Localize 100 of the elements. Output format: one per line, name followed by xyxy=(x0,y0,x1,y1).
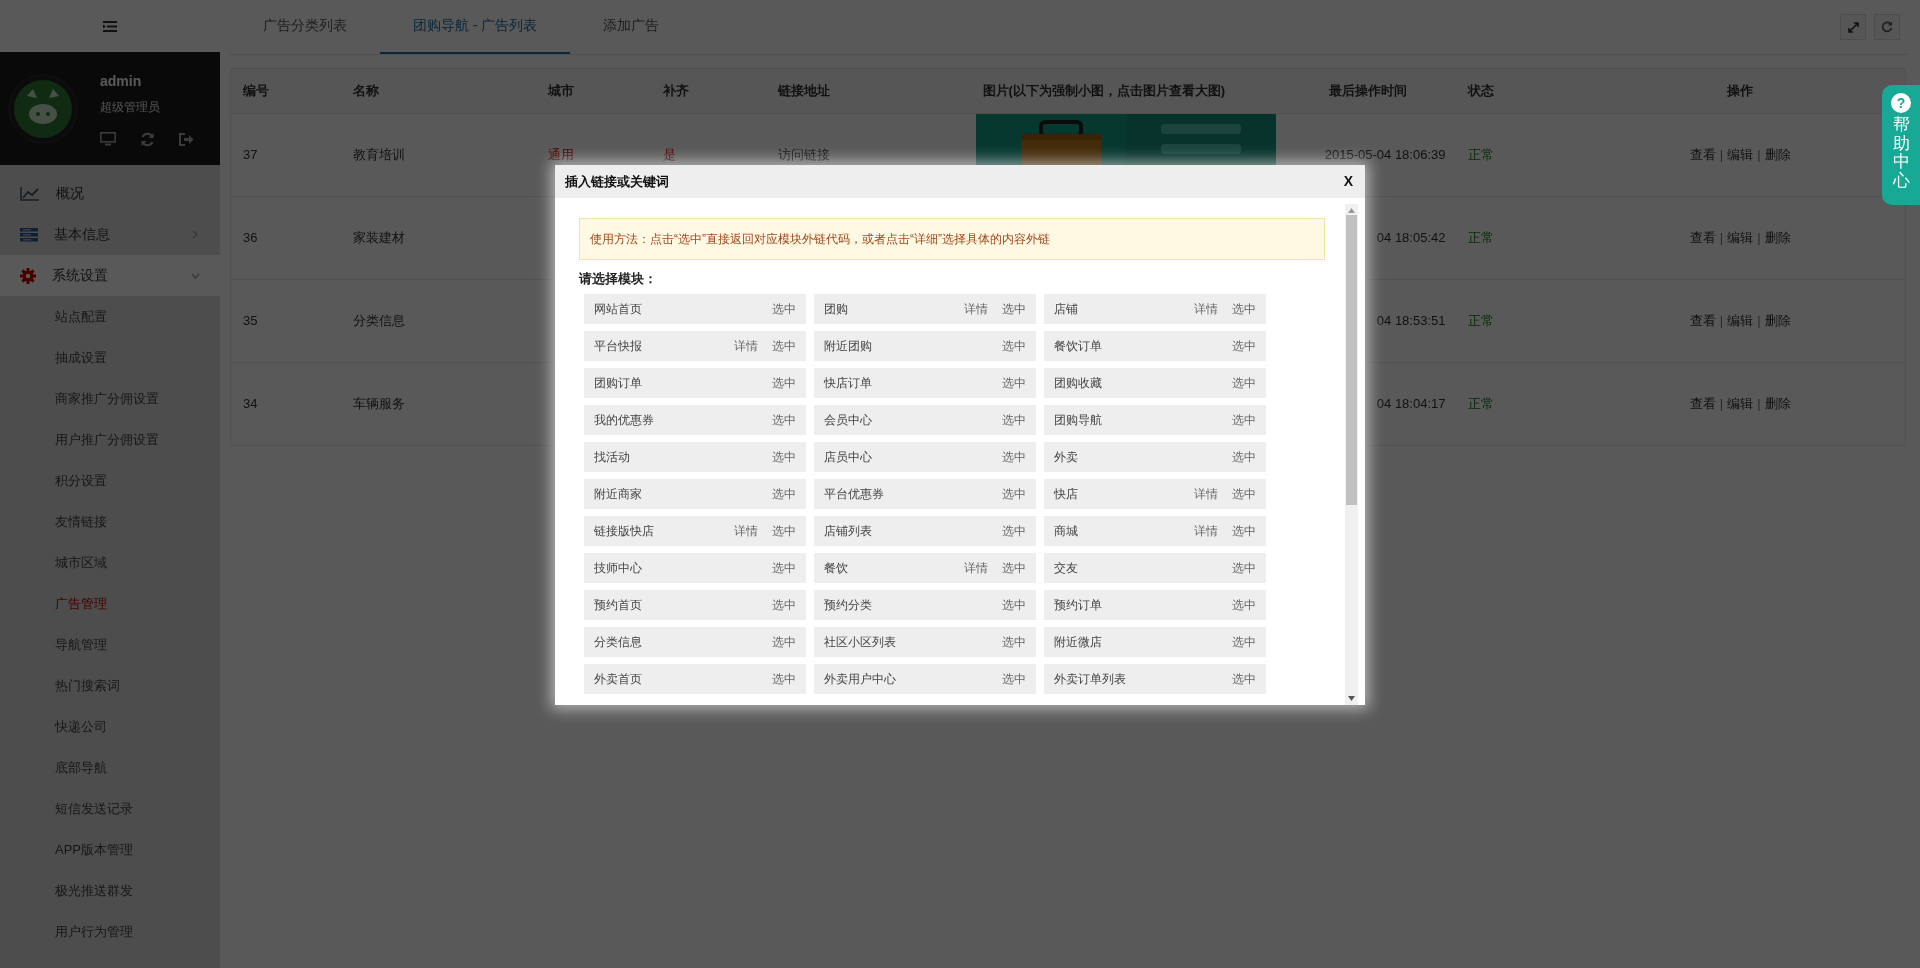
module-name: 餐饮订单 xyxy=(1054,337,1103,355)
select-link[interactable]: 选中 xyxy=(772,299,796,318)
monitor-icon[interactable] xyxy=(100,132,116,146)
column-header: 最后操作时间 xyxy=(1280,68,1456,114)
column-header: 链接地址 xyxy=(765,68,971,114)
select-link[interactable]: 选中 xyxy=(772,521,796,540)
table-cell: 正常 xyxy=(1455,113,1576,197)
table-cell: 34 xyxy=(230,362,341,446)
select-link[interactable]: 选中 xyxy=(1232,410,1256,429)
table-cell: 家装建材 xyxy=(340,196,536,280)
scroll-down-icon[interactable] xyxy=(1348,696,1355,701)
column-header: 名称 xyxy=(340,68,536,114)
select-link[interactable]: 选中 xyxy=(772,595,796,614)
help-icon[interactable]: ? xyxy=(1891,93,1911,113)
select-link[interactable]: 选中 xyxy=(772,558,796,577)
module-name: 找活动 xyxy=(594,448,631,466)
select-link[interactable]: 选中 xyxy=(1002,484,1026,503)
action-link[interactable]: 查看 xyxy=(1689,396,1716,412)
table-cell: 教育培训 xyxy=(340,113,536,197)
close-button[interactable]: X xyxy=(1343,171,1353,192)
select-link[interactable]: 选中 xyxy=(1002,447,1026,466)
detail-link[interactable]: 详情 xyxy=(1194,521,1218,540)
usage-notice: 使用方法：点击“选中”直接返回对应模块外链代码，或者点击“详细”选择具体的内容外链 xyxy=(579,218,1325,260)
avatar-icon xyxy=(8,73,78,144)
help-center-label[interactable]: 帮助中心 xyxy=(1892,116,1910,191)
module-name: 附近团购 xyxy=(824,337,873,355)
select-link[interactable]: 选中 xyxy=(772,632,796,651)
scrollbar[interactable] xyxy=(1345,204,1358,705)
separator-text: | xyxy=(1757,147,1761,163)
detail-link[interactable]: 详情 xyxy=(964,299,988,318)
select-link[interactable]: 选中 xyxy=(1232,336,1256,355)
select-link[interactable]: 选中 xyxy=(1002,336,1026,355)
select-link[interactable]: 选中 xyxy=(1232,373,1256,392)
logout-icon[interactable] xyxy=(179,132,194,146)
select-link[interactable]: 选中 xyxy=(1002,373,1026,392)
select-link[interactable]: 选中 xyxy=(1002,299,1026,318)
scroll-up-icon[interactable] xyxy=(1348,208,1355,213)
action-link[interactable]: 删除 xyxy=(1764,313,1791,329)
separator-text: | xyxy=(1719,230,1724,246)
action-link[interactable]: 编辑 xyxy=(1727,396,1754,412)
module-name: 网站首页 xyxy=(594,300,643,318)
select-link[interactable]: 选中 xyxy=(772,410,796,429)
module-name: 平台优惠券 xyxy=(824,485,885,503)
select-link[interactable]: 选中 xyxy=(772,447,796,466)
module-name: 外卖首页 xyxy=(594,670,643,688)
detail-link[interactable]: 详情 xyxy=(964,558,988,577)
module-name: 快店订单 xyxy=(824,374,873,392)
fullscreen-button[interactable] xyxy=(1840,14,1866,40)
select-link[interactable]: 选中 xyxy=(1232,299,1256,318)
action-link[interactable]: 查看 xyxy=(1689,313,1716,329)
action-link[interactable]: 删除 xyxy=(1764,230,1791,246)
detail-link[interactable]: 详情 xyxy=(1194,484,1218,503)
module-name: 交友 xyxy=(1054,559,1079,577)
detail-link[interactable]: 详情 xyxy=(734,521,758,540)
module-name: 外卖用户中心 xyxy=(824,670,897,688)
select-link[interactable]: 选中 xyxy=(772,669,796,688)
select-link[interactable]: 选中 xyxy=(772,336,796,355)
action-link[interactable]: 编辑 xyxy=(1727,230,1754,246)
select-link[interactable]: 选中 xyxy=(1002,521,1026,540)
refresh-button[interactable] xyxy=(1874,14,1900,40)
select-link[interactable]: 选中 xyxy=(1232,447,1256,466)
select-link[interactable]: 选中 xyxy=(1002,669,1026,688)
select-link[interactable]: 选中 xyxy=(1232,595,1256,614)
action-link[interactable]: 删除 xyxy=(1764,147,1791,163)
action-link[interactable]: 编辑 xyxy=(1727,313,1754,329)
action-link[interactable]: 查看 xyxy=(1689,147,1716,163)
column-header: 状态 xyxy=(1455,68,1576,114)
module-name: 我的优惠券 xyxy=(594,411,655,429)
select-link[interactable]: 选中 xyxy=(772,373,796,392)
module-name: 商城 xyxy=(1054,522,1079,540)
sidebar-item[interactable]: 系统设置 xyxy=(0,255,220,296)
module-name: 店铺列表 xyxy=(824,522,873,540)
select-link[interactable]: 选中 xyxy=(1232,484,1256,503)
detail-link[interactable]: 详情 xyxy=(1194,299,1218,318)
module-name: 团购 xyxy=(824,300,849,318)
select-link[interactable]: 选中 xyxy=(1002,410,1026,429)
select-link[interactable]: 选中 xyxy=(772,484,796,503)
column-header: 编号 xyxy=(230,68,341,114)
module-name: 外卖 xyxy=(1054,448,1079,466)
select-link[interactable]: 选中 xyxy=(1002,558,1026,577)
select-link[interactable]: 选中 xyxy=(1002,632,1026,651)
help-center-tab[interactable]: ? 帮助中心 xyxy=(1882,85,1920,205)
menu-icon[interactable] xyxy=(103,20,117,32)
action-link[interactable]: 查看 xyxy=(1689,230,1716,246)
table-cell: 正常 xyxy=(1455,279,1576,363)
select-link[interactable]: 选中 xyxy=(1232,669,1256,688)
select-link[interactable]: 选中 xyxy=(1002,595,1026,614)
column-header: 图片(以下为强制小图，点击图片查看大图) xyxy=(970,68,1281,114)
detail-link[interactable]: 详情 xyxy=(734,336,758,355)
action-link[interactable]: 编辑 xyxy=(1727,147,1754,163)
select-link[interactable]: 选中 xyxy=(1232,521,1256,540)
module-name: 团购导航 xyxy=(1054,411,1103,429)
module-name: 平台快报 xyxy=(594,337,643,355)
separator-text: | xyxy=(1757,396,1761,412)
table-cell: 分类信息 xyxy=(340,279,536,363)
refresh-icon[interactable] xyxy=(140,131,155,147)
action-link[interactable]: 删除 xyxy=(1764,396,1791,412)
select-link[interactable]: 选中 xyxy=(1232,558,1256,577)
module-name: 附近微店 xyxy=(1054,633,1103,651)
select-link[interactable]: 选中 xyxy=(1232,632,1256,651)
